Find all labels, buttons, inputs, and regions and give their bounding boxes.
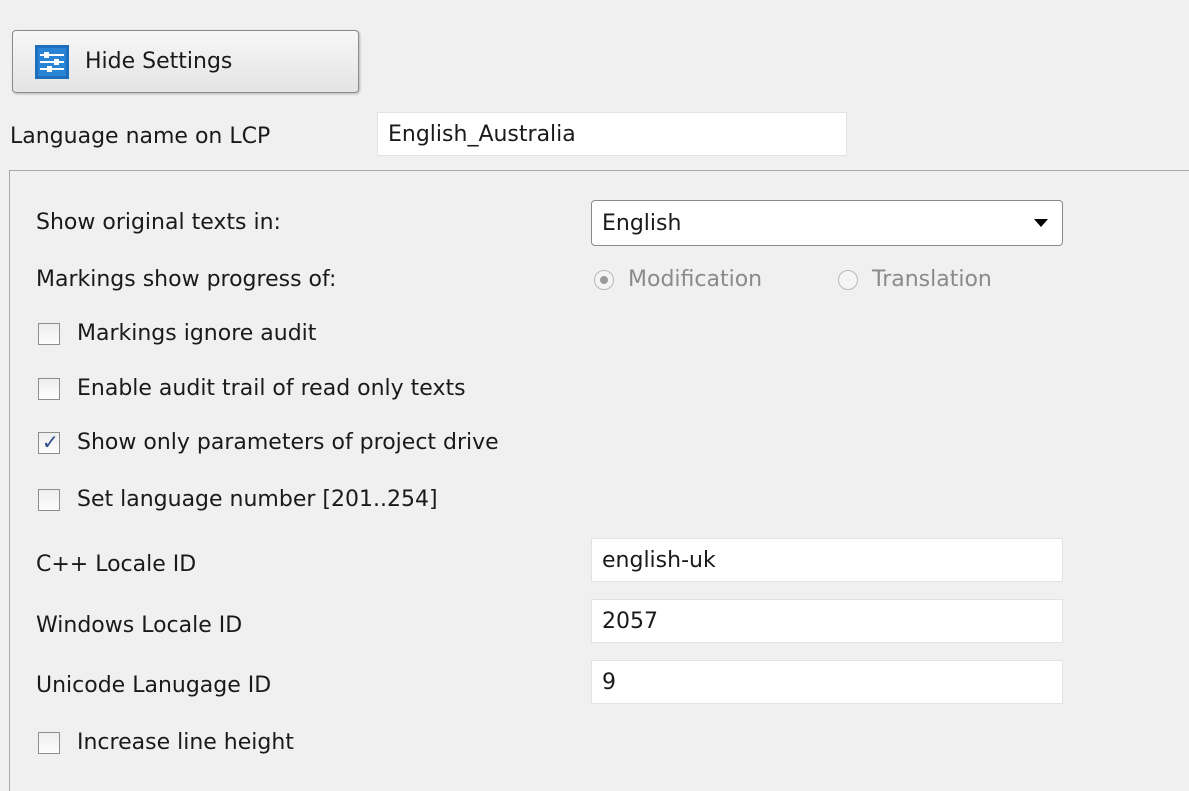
markings-progress-label: Markings show progress of: (36, 267, 337, 292)
checkbox-icon (38, 377, 60, 400)
cpp-locale-input[interactable]: english-uk (591, 538, 1063, 582)
hide-settings-label: Hide Settings (85, 49, 233, 74)
radio-modification[interactable]: Modification (594, 267, 762, 292)
unicode-language-label: Unicode Lanugage ID (36, 673, 272, 698)
checkbox-icon (38, 488, 60, 511)
radio-translation[interactable]: Translation (838, 267, 992, 292)
windows-locale-value: 2057 (602, 608, 658, 634)
checkbox-icon (38, 322, 60, 345)
radio-circle-icon (838, 269, 858, 290)
windows-locale-input[interactable]: 2057 (591, 599, 1063, 643)
checkbox-label: Enable audit trail of read only texts (77, 376, 466, 401)
cpp-locale-value: english-uk (602, 547, 716, 573)
settings-sliders-icon (35, 44, 69, 79)
checkbox-label: Markings ignore audit (77, 321, 317, 346)
cpp-locale-label: C++ Locale ID (36, 552, 197, 577)
windows-locale-label: Windows Locale ID (36, 613, 243, 638)
checkbox-increase-line-height[interactable]: Increase line height (38, 730, 294, 755)
radio-translation-label: Translation (872, 267, 992, 292)
show-original-label: Show original texts in: (36, 210, 281, 235)
lcp-language-label: Language name on LCP (10, 124, 271, 149)
checkbox-enable-audit-trail[interactable]: Enable audit trail of read only texts (38, 376, 466, 401)
unicode-language-input[interactable]: 9 (591, 660, 1063, 704)
unicode-language-value: 9 (602, 669, 616, 695)
checkbox-icon (38, 731, 60, 754)
checkbox-set-language-number[interactable]: Set language number [201..254] (38, 487, 438, 512)
checkbox-markings-ignore-audit[interactable]: Markings ignore audit (38, 321, 316, 346)
radio-circle-icon (594, 269, 614, 290)
checkbox-label: Set language number [201..254] (77, 487, 438, 512)
radio-modification-label: Modification (628, 267, 763, 292)
hide-settings-button[interactable]: Hide Settings (12, 30, 359, 93)
show-original-dropdown[interactable]: English (591, 200, 1063, 246)
checkbox-label: Show only parameters of project drive (77, 430, 499, 455)
checkbox-label: Increase line height (77, 730, 294, 755)
checkbox-checked-icon (38, 430, 60, 454)
show-original-value: English (602, 210, 682, 236)
chevron-down-icon (1034, 219, 1048, 227)
checkbox-show-only-project-drive[interactable]: Show only parameters of project drive (38, 430, 499, 455)
lcp-language-value: English_Australia (388, 121, 576, 147)
lcp-language-input[interactable]: English_Australia (377, 112, 847, 156)
